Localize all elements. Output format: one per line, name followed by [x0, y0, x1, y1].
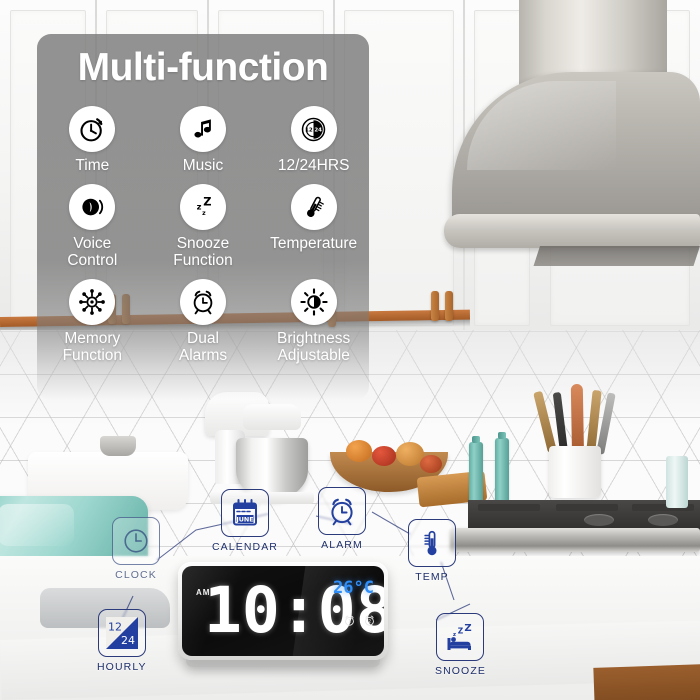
alarm-indicator-2-icon: 2	[365, 615, 374, 626]
temperature-display: 26°C	[333, 578, 374, 598]
callout-calendar[interactable]: JUNE CALENDAR	[212, 489, 278, 553]
feature-item-music[interactable]: Music	[148, 106, 259, 174]
stove-burner	[584, 514, 614, 526]
thermometer-icon	[290, 184, 337, 230]
bed-zzz-icon: Z Z z	[447, 623, 472, 650]
range-hood-lip	[444, 214, 700, 248]
feature-label: Temperature	[270, 235, 358, 252]
stove-burner	[648, 514, 678, 526]
svg-text:Z: Z	[465, 623, 472, 634]
alarm-clock-icon	[331, 498, 353, 526]
alarm-clock-icon	[179, 279, 226, 325]
callout-label: HOURLY	[97, 661, 147, 673]
stove-front-rail	[450, 528, 700, 552]
twelve-twentyfour-hour-icon: 12 24	[290, 106, 337, 152]
clock-display-screen: AM 10:08 26°C 1 2	[182, 566, 384, 656]
feature-label: Time	[75, 157, 110, 174]
feature-item-12-24hrs[interactable]: 12 24 12/24HRS	[258, 106, 369, 174]
callout-icon-box	[318, 487, 366, 535]
stopwatch-icon	[69, 106, 116, 152]
product-feature-image: Multi-function Time Music 12 24 12/24HRS…	[0, 0, 700, 700]
svg-text:2: 2	[368, 619, 371, 625]
pepper-grinder-cap	[472, 436, 480, 443]
stove-grate	[478, 504, 540, 511]
feature-grid: Time Music 12 24 12/24HRS Voice Control …	[37, 106, 369, 364]
feature-item-snooze-function[interactable]: Z z z Snooze Function	[148, 184, 259, 269]
voice-control-icon	[69, 184, 116, 230]
callout-label: CALENDAR	[212, 541, 278, 553]
pepper-grinder	[469, 442, 483, 508]
range-hood-underside	[533, 246, 700, 266]
callout-label: CLOCK	[115, 569, 157, 581]
digital-alarm-clock-device: AM 10:08 26°C 1 2	[178, 562, 388, 660]
utensil-crock	[549, 446, 601, 498]
callout-label: SNOOZE	[435, 665, 486, 677]
clock-face-icon	[124, 529, 148, 553]
fruit	[346, 440, 372, 462]
feature-item-voice-control[interactable]: Voice Control	[37, 184, 148, 269]
svg-text:Z: Z	[458, 627, 464, 636]
multi-function-overlay-panel: Multi-function Time Music 12 24 12/24HRS…	[37, 34, 369, 400]
callout-icon-box: JUNE	[220, 489, 269, 537]
feature-item-time[interactable]: Time	[37, 106, 148, 174]
hourly-top-value: 12	[108, 621, 122, 634]
hourly-bottom-value: 24	[121, 634, 135, 647]
thermometer-icon	[424, 530, 437, 556]
feature-label: Voice Control	[67, 235, 118, 269]
fruit	[420, 455, 442, 473]
feature-item-dual-alarms[interactable]: Dual Alarms	[148, 279, 259, 364]
feature-item-brightness-adjustable[interactable]: Brightness Adjustable	[258, 279, 369, 364]
music-note-icon	[179, 106, 226, 152]
feature-label: Brightness Adjustable	[277, 330, 351, 364]
alarm-indicator-1-icon: 1	[345, 615, 354, 626]
callout-alarm[interactable]: ALARM	[318, 487, 366, 551]
twelve-twentyfour-split-icon: 12 24	[105, 617, 138, 649]
callout-snooze[interactable]: Z Z z SNOOZE	[435, 613, 486, 677]
feature-item-temperature[interactable]: Temperature	[258, 184, 369, 269]
svg-text:Z: Z	[203, 194, 211, 208]
callout-label: ALARM	[321, 539, 363, 551]
callout-icon-box: Z Z z	[436, 613, 485, 661]
fruit	[372, 446, 396, 466]
brightness-icon	[290, 279, 337, 325]
wood-floor-sliver	[593, 664, 700, 700]
feature-label: Snooze Function	[173, 235, 233, 269]
callout-clock[interactable]: CLOCK	[112, 517, 160, 581]
svg-text:12: 12	[305, 127, 313, 133]
pepper-grinder	[495, 438, 509, 508]
callout-icon-box	[112, 517, 160, 565]
feature-label: Memory Function	[62, 330, 123, 364]
calendar-icon: JUNE	[232, 499, 257, 526]
svg-text:z: z	[453, 632, 456, 638]
alarm-indicators: 1 2	[343, 614, 376, 627]
page-title: Multi-function	[77, 46, 329, 89]
callout-temp[interactable]: TEMP	[408, 519, 456, 583]
callout-hourly[interactable]: 12 24 HOURLY	[97, 609, 147, 673]
stove-grate	[556, 504, 618, 511]
feature-item-memory-function[interactable]: Memory Function	[37, 279, 148, 364]
cabinet-handle	[431, 291, 439, 321]
svg-text:z: z	[197, 202, 202, 212]
calendar-month-text: JUNE	[235, 516, 253, 524]
callout-icon-box	[408, 519, 456, 567]
svg-text:24: 24	[314, 127, 322, 133]
svg-text:1: 1	[348, 619, 351, 625]
feature-label: 12/24HRS	[277, 157, 350, 174]
cookware-knob	[100, 436, 136, 456]
pepper-grinder-cap	[498, 432, 506, 439]
callout-icon-box: 12 24	[97, 609, 146, 657]
svg-text:z: z	[202, 210, 206, 217]
glass-jar	[666, 456, 688, 508]
stand-mixer-arm	[243, 404, 301, 430]
memory-burst-icon	[69, 279, 116, 325]
callout-label: TEMP	[415, 571, 449, 583]
feature-label: Dual Alarms	[178, 330, 228, 364]
cabinet-handle	[445, 291, 453, 321]
snooze-zzz-icon: Z z z	[179, 184, 226, 230]
feature-label: Music	[182, 157, 224, 174]
utensil	[570, 383, 584, 455]
